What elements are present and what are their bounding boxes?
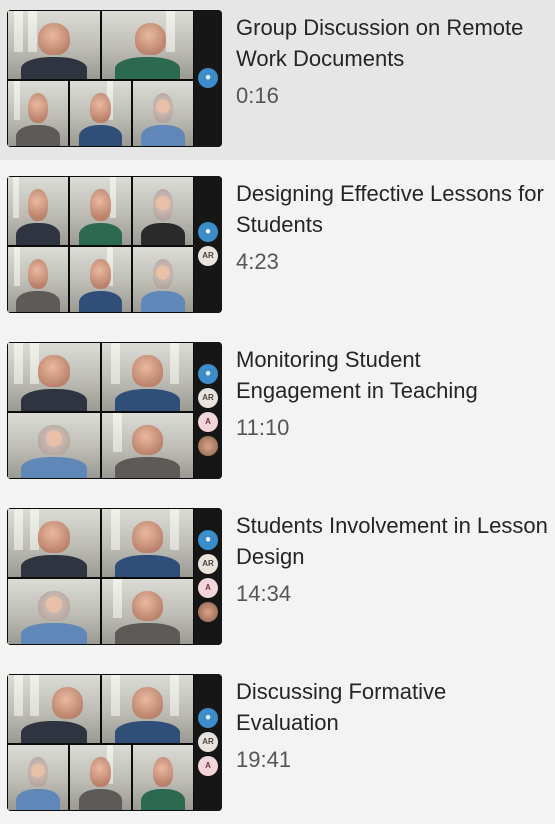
video-title: Designing Effective Lessons for Students: [236, 181, 544, 237]
participant-photo: [198, 436, 218, 456]
avatar: AR: [198, 388, 218, 408]
participant-tile: [7, 508, 101, 578]
video-list: ● Group Discussion on Remote Work Docume…: [0, 0, 555, 817]
avatar: A: [198, 578, 218, 598]
participant-tile: [7, 744, 69, 811]
participant-tile: [101, 674, 194, 744]
participant-grid: [7, 342, 194, 479]
video-timestamp: 14:34: [236, 581, 292, 606]
participant-tile: [132, 246, 194, 313]
person-icon: ●: [198, 222, 218, 242]
participant-photo: [198, 602, 218, 622]
participant-grid: [7, 176, 194, 313]
participant-tile: [69, 176, 132, 246]
participant-sidebar: ●: [194, 10, 222, 147]
video-list-item[interactable]: ● AR A Students Involvement in Lesson De…: [0, 498, 555, 658]
participant-tile: [7, 246, 69, 313]
avatar: AR: [198, 246, 218, 266]
participant-tile: [7, 176, 69, 246]
participant-tile: [7, 412, 101, 479]
participant-grid: [7, 674, 194, 811]
participant-tile: [69, 80, 132, 147]
video-thumbnail[interactable]: ● AR A: [7, 674, 222, 811]
participant-tile: [7, 80, 69, 147]
avatar: AR: [198, 732, 218, 752]
participant-tile: [69, 246, 132, 313]
participant-tile: [101, 342, 194, 412]
person-icon: ●: [198, 364, 218, 384]
video-title: Discussing Formative Evaluation: [236, 679, 447, 735]
video-timestamp: 19:41: [236, 747, 292, 772]
video-thumbnail[interactable]: ● AR: [7, 176, 222, 313]
participant-sidebar: ● AR A: [194, 508, 222, 645]
video-list-item[interactable]: ● AR A Monitoring Student Engagement in …: [0, 332, 555, 492]
video-thumbnail[interactable]: ●: [7, 10, 222, 147]
participant-sidebar: ● AR: [194, 176, 222, 313]
participant-tile: [101, 578, 194, 645]
video-thumbnail[interactable]: ● AR A: [7, 508, 222, 645]
person-icon: ●: [198, 530, 218, 550]
avatar: A: [198, 756, 218, 776]
video-title: Group Discussion on Remote Work Document…: [236, 15, 524, 71]
participant-tile: [101, 508, 194, 578]
participant-tile: [132, 80, 194, 147]
participant-tile: [101, 10, 194, 80]
participant-grid: [7, 10, 194, 147]
participant-tile: [7, 342, 101, 412]
participant-tile: [69, 744, 132, 811]
person-icon: ●: [198, 708, 218, 728]
participant-tile: [101, 412, 194, 479]
participant-tile: [7, 674, 101, 744]
avatar: AR: [198, 554, 218, 574]
person-icon: ●: [198, 68, 218, 88]
participant-tile: [7, 10, 101, 80]
video-list-item[interactable]: ● Group Discussion on Remote Work Docume…: [0, 0, 555, 160]
participant-sidebar: ● AR A: [194, 674, 222, 811]
participant-tile: [132, 176, 194, 246]
video-title: Monitoring Student Engagement in Teachin…: [236, 347, 478, 403]
video-timestamp: 4:23: [236, 249, 279, 274]
video-thumbnail[interactable]: ● AR A: [7, 342, 222, 479]
participant-tile: [7, 578, 101, 645]
avatar: A: [198, 412, 218, 432]
video-timestamp: 11:10: [236, 415, 290, 440]
video-timestamp: 0:16: [236, 83, 279, 108]
participant-sidebar: ● AR A: [194, 342, 222, 479]
participant-grid: [7, 508, 194, 645]
video-title: Students Involvement in Lesson Design: [236, 513, 548, 569]
video-list-item[interactable]: ● AR A Discussing Formative Evaluation 1…: [0, 664, 555, 824]
participant-tile: [132, 744, 194, 811]
video-list-item[interactable]: ● AR Designing Effective Lessons for Stu…: [0, 166, 555, 326]
